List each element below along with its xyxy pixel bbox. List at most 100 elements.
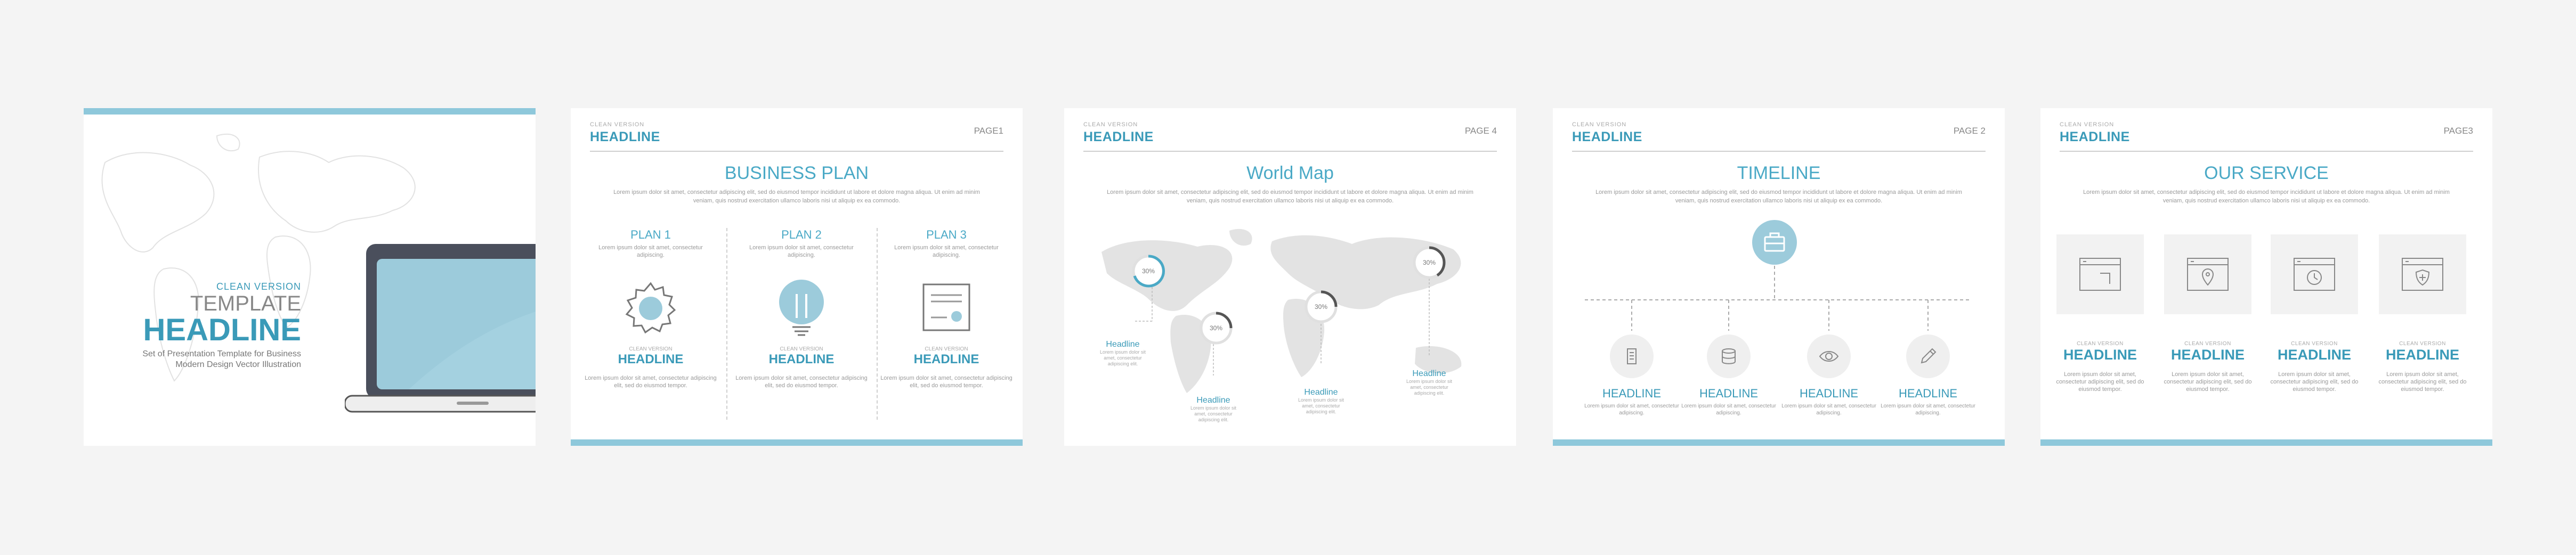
our-service-slide[interactable]: CLEAN VERSION HEADLINE PAGE3 OUR SERVICE… (2040, 108, 2492, 446)
plan-small-label: CLEAN VERSION (629, 346, 673, 352)
header-small-label: CLEAN VERSION (1083, 121, 1138, 128)
location-window-icon (2164, 234, 2251, 314)
marker-percent: 30% (1423, 259, 1436, 266)
gear-icon (584, 278, 717, 337)
plan-body-text: Lorem ipsum dolor sit amet, consectetur … (585, 375, 717, 389)
plan-title: PLAN 1 (630, 228, 671, 241)
service-item-4: CLEAN VERSION HEADLINE Lorem ipsum dolor… (2372, 234, 2473, 393)
marker-percent: 30% (1210, 324, 1222, 332)
plan-column-1: PLAN 1 Lorem ipsum dolor sit amet, conse… (584, 228, 717, 389)
header-small-label: CLEAN VERSION (1572, 121, 1627, 128)
eye-icon (1807, 334, 1851, 378)
header-divider (1572, 151, 1986, 152)
service-small-label: CLEAN VERSION (2077, 341, 2124, 347)
map-label-text: Lorem ipsum dolor sit amet, consectetur … (1190, 405, 1237, 422)
header-headline: HEADLINE (590, 129, 660, 144)
map-label-headline: Headline (1196, 396, 1230, 405)
page-number: PAGE3 (2443, 126, 2473, 136)
service-headline: HEADLINE (2385, 347, 2459, 363)
slide-intro-text: Lorem ipsum dolor sit amet, consectetur … (1595, 189, 1962, 204)
top-accent-bar (84, 108, 536, 115)
timeline-item-3: HEADLINE Lorem ipsum dolor sit amet, con… (1781, 334, 1877, 417)
plan-title: PLAN 3 (926, 228, 967, 241)
database-icon (1707, 334, 1751, 378)
timeline-headline: HEADLINE (1602, 387, 1662, 400)
service-item-2: CLEAN VERSION HEADLINE Lorem ipsum dolor… (2157, 234, 2258, 393)
plan-headline: HEADLINE (618, 352, 684, 366)
header-headline: HEADLINE (1572, 129, 1642, 144)
timeline-connector (1585, 220, 1971, 331)
service-text: Lorem ipsum dolor sit amet, consectetur … (2164, 371, 2252, 393)
timeline-headline: HEADLINE (1699, 387, 1759, 400)
plan-body-text: Lorem ipsum dolor sit amet, consectetur … (735, 375, 868, 389)
plan-description: Lorem ipsum dolor sit amet, consectetur … (749, 244, 854, 258)
service-item-1: CLEAN VERSION HEADLINE Lorem ipsum dolor… (2050, 234, 2151, 393)
header-headline: HEADLINE (1083, 129, 1154, 144)
slide-intro-text: Lorem ipsum dolor sit amet, consectetur … (2083, 189, 2450, 204)
service-text: Lorem ipsum dolor sit amet, consectetur … (2378, 371, 2467, 393)
header-divider (590, 151, 1003, 152)
service-small-label: CLEAN VERSION (2291, 341, 2338, 347)
column-divider (726, 228, 727, 420)
service-headline: HEADLINE (2063, 347, 2137, 363)
service-headline: HEADLINE (2277, 347, 2351, 363)
timeline-headline: HEADLINE (1799, 387, 1859, 400)
plan-headline: HEADLINE (768, 352, 835, 366)
slide-title: OUR SERVICE (2204, 163, 2329, 183)
timeline-item-1: HEADLINE Lorem ipsum dolor sit amet, con… (1584, 334, 1680, 417)
cover-template-label: TEMPLATE (190, 292, 301, 315)
timeline-text: Lorem ipsum dolor sit amet, consectetur … (1584, 403, 1679, 416)
plan-small-label: CLEAN VERSION (780, 346, 823, 352)
service-small-label: CLEAN VERSION (2399, 341, 2446, 347)
shield-window-icon (2379, 234, 2466, 314)
map-label-headline: Headline (1304, 388, 1338, 397)
page-number: PAGE1 (974, 126, 1003, 136)
service-small-label: CLEAN VERSION (2184, 341, 2231, 347)
plan-small-label: CLEAN VERSION (925, 346, 968, 352)
header-headline: HEADLINE (2060, 129, 2130, 144)
service-text: Lorem ipsum dolor sit amet, consectetur … (2270, 371, 2359, 393)
header-small-label: CLEAN VERSION (590, 121, 645, 128)
map-label-1: Headline Lorem ipsum dolor sit amet, con… (1093, 340, 1152, 367)
service-headline: HEADLINE (2170, 347, 2245, 363)
world-map-slide[interactable]: CLEAN VERSION HEADLINE PAGE 4 World Map … (1064, 108, 1516, 446)
bottom-accent-bar (2040, 439, 2492, 446)
cover-headline: HEADLINE (143, 313, 301, 347)
bottom-accent-bar (1553, 439, 2005, 446)
header-small-label: CLEAN VERSION (2060, 121, 2115, 128)
map-label-3: Headline Lorem ipsum dolor sit amet, con… (1292, 388, 1350, 415)
plan-body-text: Lorem ipsum dolor sit amet, consectetur … (880, 375, 1012, 389)
plan-column-2: PLAN 2 Lorem ipsum dolor sit amet, conse… (735, 228, 868, 389)
plan-headline: HEADLINE (913, 352, 979, 366)
slide-intro-text: Lorem ipsum dolor sit amet, consectetur … (613, 189, 980, 204)
timeline-slide[interactable]: CLEAN VERSION HEADLINE PAGE 2 TIMELINE L… (1553, 108, 2005, 446)
map-label-text: Lorem ipsum dolor sit amet, consectetur … (1099, 349, 1146, 366)
page-number: PAGE 4 (1464, 126, 1497, 136)
map-label-2: Headline Lorem ipsum dolor sit amet, con… (1184, 396, 1243, 423)
slide-title: World Map (1246, 163, 1334, 183)
map-label-headline: Headline (1106, 340, 1140, 349)
service-item-3: CLEAN VERSION HEADLINE Lorem ipsum dolor… (2264, 234, 2365, 393)
column-divider (877, 228, 878, 420)
business-plan-slide[interactable]: CLEAN VERSION HEADLINE PAGE1 BUSINESS PL… (571, 108, 1023, 446)
timeline-headline: HEADLINE (1898, 387, 1958, 400)
slide-intro-text: Lorem ipsum dolor sit amet, consectetur … (1107, 189, 1473, 204)
bottom-accent-bar (571, 439, 1023, 446)
header-divider (2060, 151, 2473, 152)
plan-description: Lorem ipsum dolor sit amet, consectetur … (598, 244, 703, 258)
cover-text-block: CLEAN VERSION TEMPLATE HEADLINE Set of P… (142, 281, 301, 370)
server-icon (1610, 334, 1654, 378)
laptop-illustration (345, 244, 536, 413)
slide-title: BUSINESS PLAN (724, 163, 869, 183)
header-divider (1083, 151, 1497, 152)
map-label-headline: Headline (1412, 369, 1446, 378)
cover-subtitle-small: CLEAN VERSION (216, 281, 301, 292)
cover-description-line2: Modern Design Vector Illustration (175, 360, 301, 369)
cover-slide[interactable]: CLEAN VERSION TEMPLATE HEADLINE Set of P… (84, 108, 536, 446)
marker-percent: 30% (1315, 303, 1327, 311)
plan-description: Lorem ipsum dolor sit amet, consectetur … (894, 244, 999, 258)
service-text: Lorem ipsum dolor sit amet, consectetur … (2056, 371, 2144, 393)
plan-column-3: PLAN 3 Lorem ipsum dolor sit amet, conse… (880, 228, 1013, 389)
clock-window-icon (2271, 234, 2358, 314)
timeline-text: Lorem ipsum dolor sit amet, consectetur … (1781, 403, 1876, 416)
